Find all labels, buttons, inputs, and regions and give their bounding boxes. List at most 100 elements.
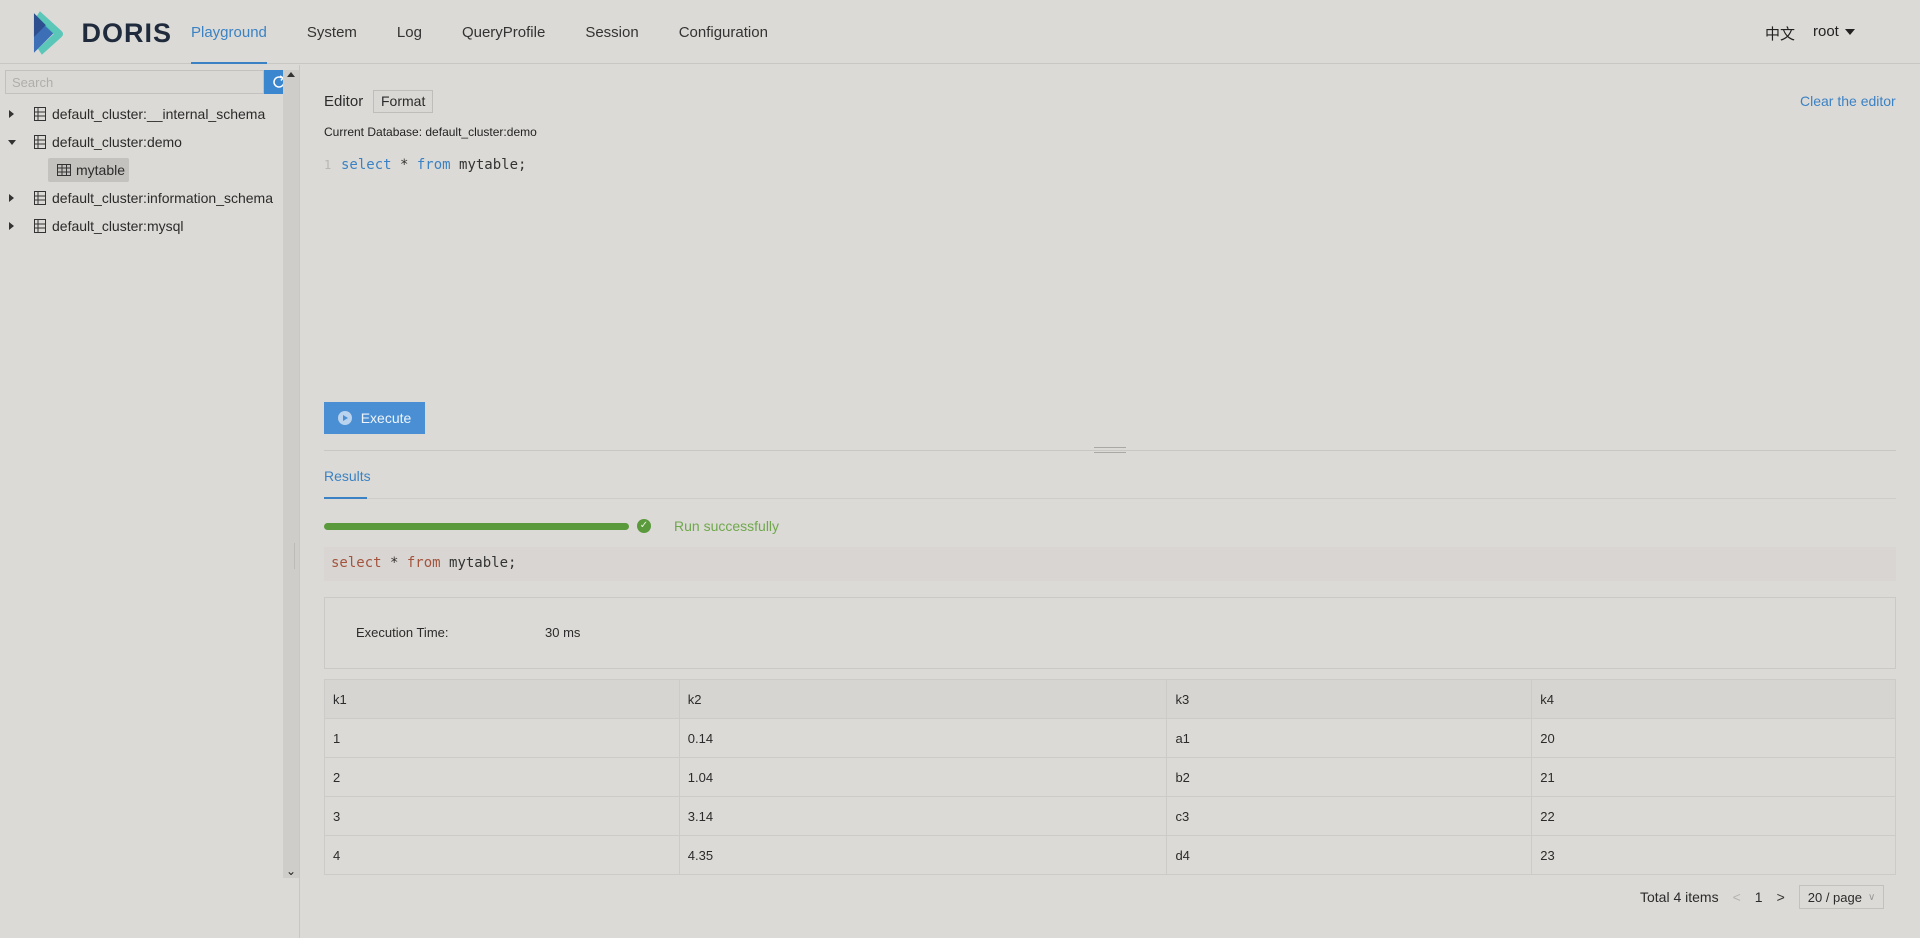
code-keyword: select	[341, 157, 392, 173]
database-icon	[34, 135, 46, 149]
nav-session[interactable]: Session	[585, 0, 638, 64]
page-size-value: 20 / page	[1807, 889, 1862, 905]
column-header: k3	[1166, 679, 1533, 719]
scroll-down-icon[interactable]: ⌄	[286, 865, 296, 877]
playground-main: Editor Format Clear the editor Current D…	[301, 65, 1920, 938]
chevron-down-icon: ∨	[1867, 891, 1876, 903]
tree-item-internal-schema[interactable]: default_cluster:__internal_schema	[0, 100, 283, 128]
caret-down-icon	[1844, 28, 1855, 35]
table-cell: 22	[1531, 796, 1896, 836]
caret-down-icon[interactable]	[8, 140, 16, 145]
caret-right-icon[interactable]	[9, 110, 14, 118]
clear-editor-link[interactable]: Clear the editor	[1800, 93, 1896, 109]
nav-queryprofile[interactable]: QueryProfile	[462, 0, 545, 64]
chevron-left-icon[interactable]: <	[1733, 889, 1741, 905]
table-row: 4 4.35 d4 23	[324, 835, 1896, 875]
column-header: k4	[1531, 679, 1896, 719]
table-cell: d4	[1166, 835, 1533, 875]
nav-log[interactable]: Log	[397, 0, 422, 64]
table-cell: 3	[324, 796, 680, 836]
tree-item-demo[interactable]: default_cluster:demo	[0, 128, 283, 156]
sql-text: *	[381, 555, 407, 571]
user-name: root	[1813, 23, 1839, 40]
table-cell: 4	[324, 835, 680, 875]
table-cell: 21	[1531, 757, 1896, 797]
execution-info: Execution Time: 30 ms	[324, 597, 1896, 669]
top-navigation-bar: DORIS Playground System Log QueryProfile…	[0, 0, 1920, 64]
caret-right-icon[interactable]	[9, 194, 14, 202]
sql-keyword: from	[406, 555, 441, 571]
sidebar-scrollbar[interactable]: ⌄	[283, 70, 299, 878]
play-icon	[337, 411, 352, 425]
table-row: 3 3.14 c3 22	[324, 796, 1896, 836]
progress-bar	[324, 523, 629, 530]
database-icon	[34, 107, 46, 121]
table-cell: 1	[324, 718, 680, 758]
tab-results[interactable]: Results	[324, 468, 371, 484]
sql-editor[interactable]: 1 select * from mytable;	[324, 157, 526, 173]
pagination: Total 4 items < 1 > 20 / page ∨	[1640, 885, 1885, 909]
database-sidebar: ⌄ default_cluster:__internal_schema defa…	[0, 65, 300, 938]
language-switch[interactable]: 中文	[1765, 23, 1795, 44]
table-cell: 20	[1531, 718, 1896, 758]
table-cell: b2	[1166, 757, 1533, 797]
search-input[interactable]	[5, 70, 264, 94]
page-size-select[interactable]: 20 / page ∨	[1798, 885, 1885, 909]
code-keyword: from	[416, 157, 451, 173]
doris-logo-icon	[33, 11, 64, 55]
user-menu[interactable]: root	[1813, 23, 1855, 40]
current-database: Current Database: default_cluster:demo	[324, 125, 537, 139]
tree-item-label: default_cluster:demo	[52, 134, 182, 150]
format-button[interactable]: Format	[373, 90, 434, 113]
tree-item-label: default_cluster:mysql	[52, 218, 184, 234]
sql-keyword: select	[331, 555, 382, 571]
active-tab-indicator	[324, 497, 367, 499]
chevron-right-icon[interactable]: >	[1777, 889, 1785, 905]
execution-time-label: Execution Time:	[356, 625, 449, 640]
code-text: *	[391, 157, 417, 173]
run-status: Run successfully	[674, 518, 780, 534]
tree-item-mytable[interactable]: mytable	[0, 156, 283, 184]
tree-item-mysql[interactable]: default_cluster:mysql	[0, 212, 283, 240]
editor-tab[interactable]: Editor	[324, 93, 363, 110]
database-icon	[34, 219, 46, 233]
tree-item-label: mytable	[76, 162, 126, 178]
table-cell: 4.35	[678, 835, 1168, 875]
executed-sql: select * from mytable;	[324, 547, 1896, 581]
pagination-page[interactable]: 1	[1755, 889, 1763, 905]
results-table: k1 k2 k3 k4 1 0.14 a1 20 2 1.04 b2 21 3 …	[324, 679, 1896, 875]
scroll-up-icon[interactable]	[287, 72, 295, 77]
logo-text: DORIS	[81, 17, 172, 48]
nav-system[interactable]: System	[307, 0, 357, 64]
table-row: 2 1.04 b2 21	[324, 757, 1896, 797]
nav-configuration[interactable]: Configuration	[679, 0, 768, 64]
tree-item-label: default_cluster:information_schema	[52, 190, 274, 206]
split-drag-handle[interactable]	[1094, 447, 1126, 453]
caret-right-icon[interactable]	[9, 222, 14, 230]
table-cell: a1	[1166, 718, 1533, 758]
table-cell: 23	[1531, 835, 1896, 875]
table-cell: 1.04	[678, 757, 1168, 797]
doris-logo[interactable]: DORIS	[32, 9, 172, 57]
tree-item-information-schema[interactable]: default_cluster:information_schema	[0, 184, 283, 212]
main-nav: Playground System Log QueryProfile Sessi…	[191, 0, 808, 64]
sidebar-search	[5, 70, 294, 94]
execution-time-value: 30 ms	[545, 625, 581, 640]
nav-playground[interactable]: Playground	[191, 0, 267, 64]
execute-label: Execute	[360, 410, 412, 426]
table-cell: c3	[1166, 796, 1533, 836]
sidebar-resize-handle[interactable]	[294, 543, 296, 569]
database-icon	[34, 191, 46, 205]
table-cell: 0.14	[678, 718, 1168, 758]
database-tree: default_cluster:__internal_schema defaul…	[0, 100, 283, 240]
table-icon	[57, 164, 71, 176]
table-cell: 2	[324, 757, 680, 797]
execute-button[interactable]: Execute	[324, 402, 425, 434]
table-row: 1 0.14 a1 20	[324, 718, 1896, 758]
column-header: k1	[324, 679, 680, 719]
tree-item-label: default_cluster:__internal_schema	[52, 106, 266, 122]
line-number: 1	[324, 158, 332, 172]
table-header-row: k1 k2 k3 k4	[324, 679, 1896, 719]
sql-text: mytable;	[440, 555, 517, 571]
code-text: mytable;	[450, 157, 527, 173]
